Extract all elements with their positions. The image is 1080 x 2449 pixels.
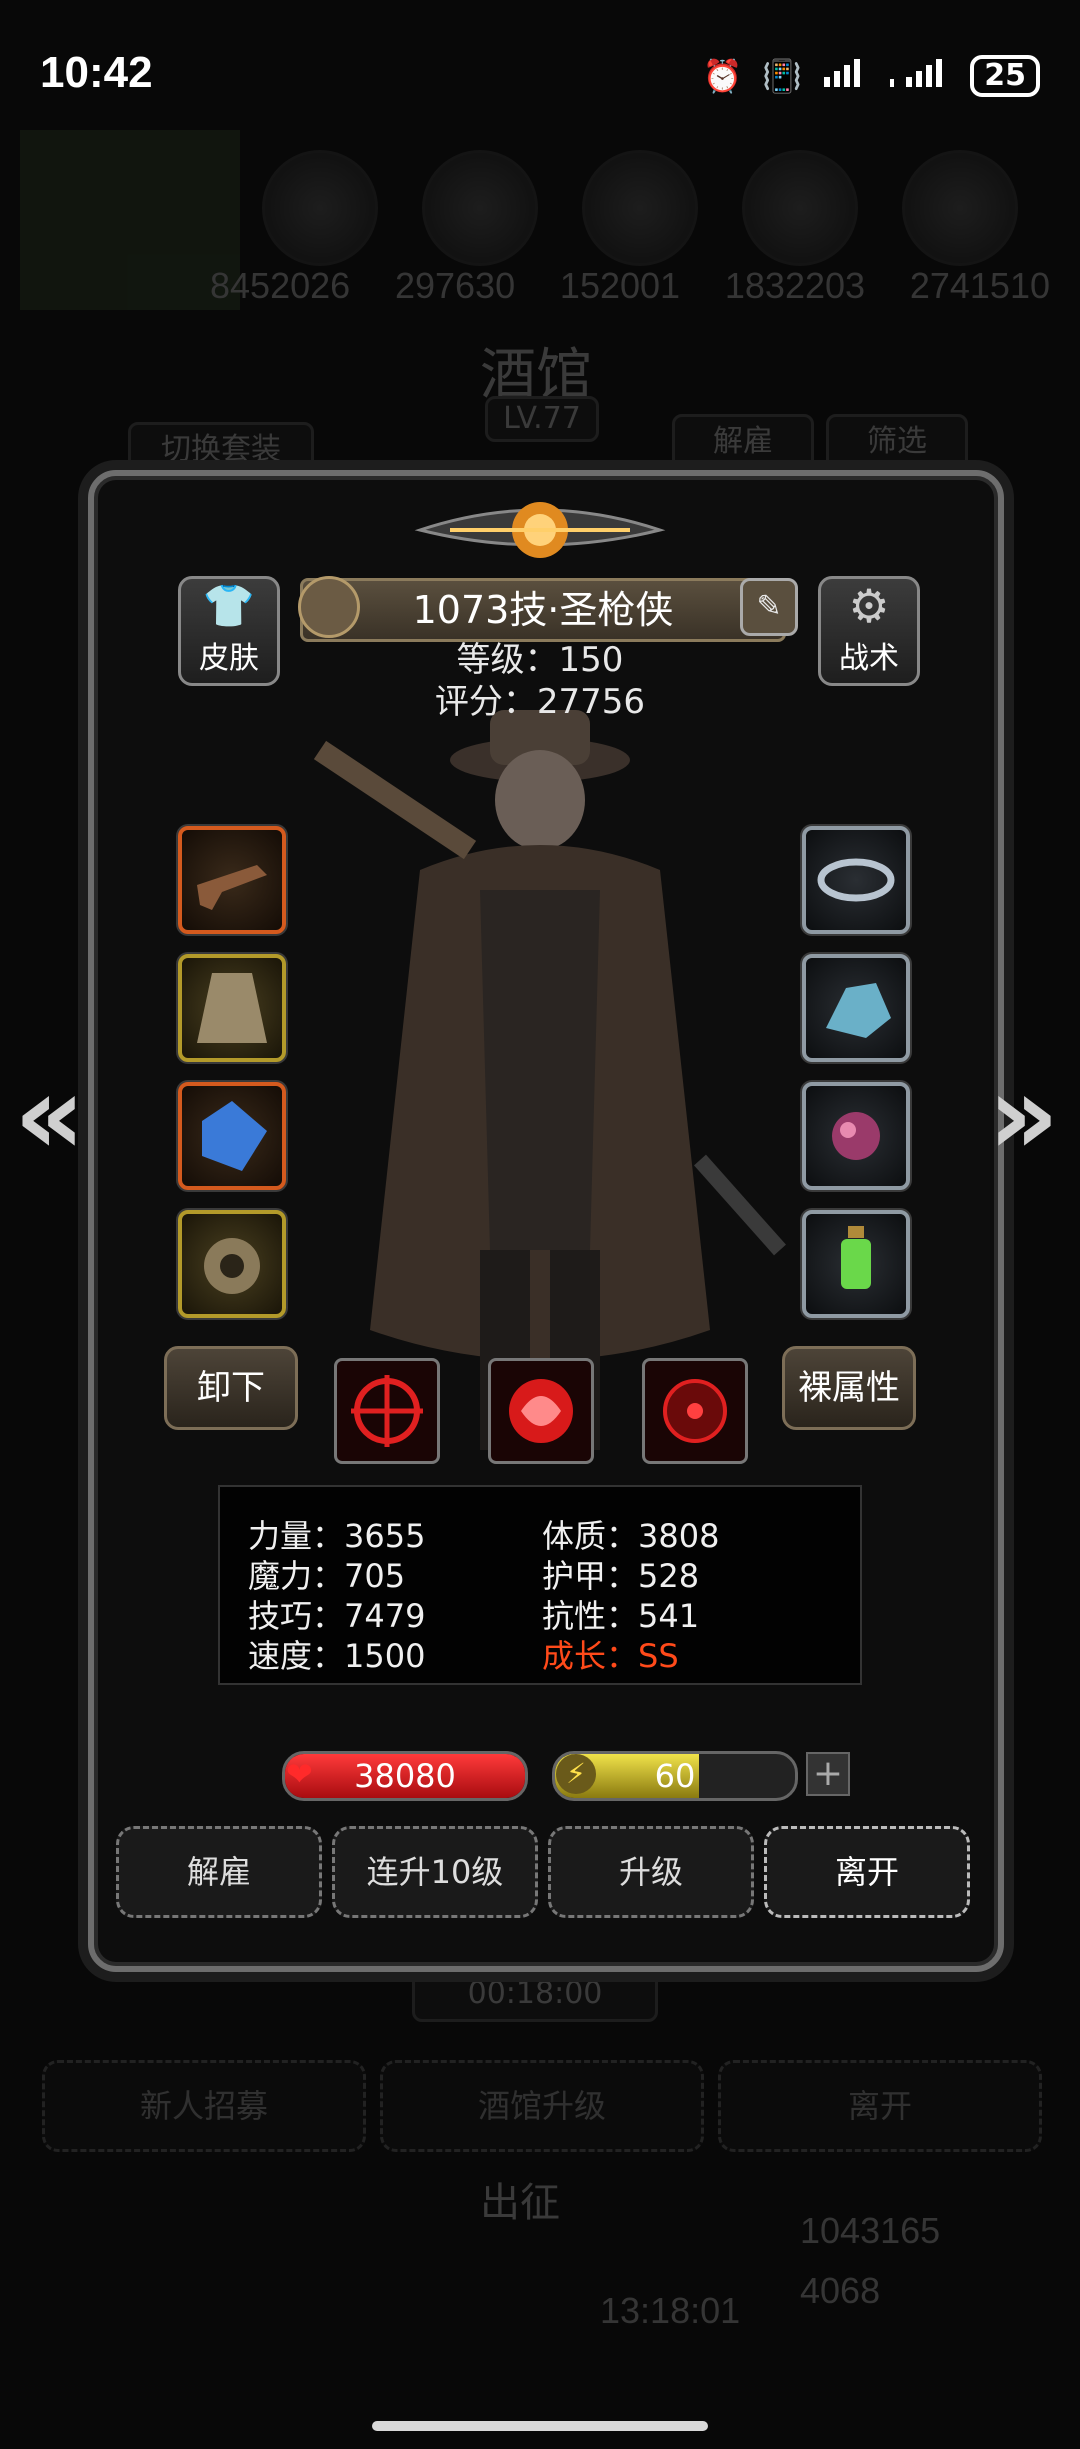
hero-portrait	[313, 710, 786, 1450]
battery-indicator: 25	[970, 55, 1040, 97]
crest-icon	[414, 502, 666, 558]
chevron-right-icon: »	[988, 1051, 1060, 1179]
target-icon	[663, 1379, 727, 1443]
skill-slot-2[interactable]	[488, 1358, 594, 1464]
equip-slot-weapon[interactable]	[178, 826, 286, 934]
lantern-icon	[841, 1226, 871, 1289]
equip-slot-bracelet[interactable]	[802, 826, 910, 934]
swirl-icon	[509, 1379, 573, 1443]
tavern-level: LV.77	[485, 396, 599, 442]
countdown: 13:18:01	[600, 2290, 741, 2331]
next-hero-button[interactable]: »	[988, 1060, 1059, 1170]
resource-value: 2741510	[909, 265, 1050, 306]
upgrade-tavern-button[interactable]: 酒馆升级	[380, 2060, 704, 2152]
status-icons: ⏰ 📳 25	[703, 55, 1040, 97]
equip-slot-orb[interactable]	[802, 1082, 910, 1190]
orb-icon	[832, 1112, 880, 1160]
status-bar: 10:42 ⏰ 📳 25	[0, 0, 1080, 150]
resource-icon	[262, 150, 378, 266]
naked-stats-button[interactable]: 裸属性	[782, 1346, 916, 1430]
signal-icon	[822, 57, 868, 95]
rename-button[interactable]: ✎	[740, 578, 798, 636]
equip-slot-armor[interactable]	[178, 954, 286, 1062]
unequip-button[interactable]: 卸下	[164, 1346, 298, 1430]
stats-box: 力量：3655 体质：3808 魔力：705 护甲：528 技巧：7479 抗性…	[218, 1485, 862, 1685]
tactics-button[interactable]: ⚙ 战术	[818, 576, 920, 686]
equip-slot-gem[interactable]	[178, 1082, 286, 1190]
skill-slot-1[interactable]	[334, 1358, 440, 1464]
level-up-button[interactable]: 升级	[548, 1826, 754, 1918]
hero-name: 1073技·圣枪侠	[412, 588, 674, 632]
cloak-icon	[197, 973, 267, 1043]
blue-gem-icon	[202, 1101, 267, 1171]
signal-2-icon	[888, 57, 950, 95]
pistol-icon	[197, 865, 267, 910]
resource-value: 297630	[394, 265, 516, 306]
resource-icons	[240, 150, 1040, 270]
resource-value: 1832203	[724, 265, 866, 306]
gold-value: 1043165	[800, 2210, 941, 2251]
leave-button[interactable]: 离开	[764, 1826, 970, 1918]
equip-slot-crystal[interactable]	[802, 954, 910, 1062]
clock: 10:42	[40, 48, 153, 97]
alarm-icon: ⏰	[702, 57, 743, 95]
prev-hero-button[interactable]: «	[14, 1060, 85, 1170]
vibrate-icon: 📳	[762, 57, 803, 95]
gear-icon: ⚙	[848, 579, 890, 633]
stat-speed: 速度：1500	[248, 1637, 426, 1675]
hero-score: 评分：27756	[434, 682, 646, 722]
resource-values: 8452026 297630 152001 1832203 2741510	[210, 265, 1050, 307]
bracelet-icon	[817, 858, 895, 902]
lightning-icon: ⚡	[556, 1754, 596, 1794]
skin-button[interactable]: 👕 皮肤	[178, 576, 280, 686]
avatar	[20, 130, 240, 310]
resource-icon	[742, 150, 858, 266]
resource-icon	[582, 150, 698, 266]
heart-icon: ❤	[286, 1755, 313, 1793]
gem-value: 4068	[800, 2270, 881, 2311]
medal-icon	[298, 576, 360, 638]
expedition-label: 出征	[480, 2180, 560, 2226]
resource-value: 8452026	[210, 265, 351, 306]
add-energy-button[interactable]: +	[806, 1752, 850, 1796]
resource-icon	[422, 150, 538, 266]
home-indicator[interactable]	[372, 2421, 708, 2431]
dismiss-button[interactable]: 解雇	[116, 1826, 322, 1918]
resource-icon	[902, 150, 1018, 266]
bg-dismiss-button[interactable]: 解雇	[672, 414, 814, 470]
recruit-button[interactable]: 新人招募	[42, 2060, 366, 2152]
bg-leave-button[interactable]: 离开	[718, 2060, 1042, 2152]
level-up-10-button[interactable]: 连升10级	[332, 1826, 538, 1918]
equip-slot-ring[interactable]	[178, 1210, 286, 1318]
equip-slot-lantern[interactable]	[802, 1210, 910, 1318]
tactics-label: 战术	[839, 641, 899, 676]
chevron-left-icon: «	[14, 1051, 86, 1179]
skin-label: 皮肤	[199, 641, 259, 676]
timer: 00:18:00	[412, 1966, 658, 2022]
filter-button[interactable]: 筛选	[826, 414, 968, 470]
crosshair-icon	[351, 1375, 423, 1447]
edit-icon: ✎	[756, 589, 782, 624]
skill-slot-3[interactable]	[642, 1358, 748, 1464]
stat-growth: 成长：SS	[542, 1637, 679, 1675]
shirt-icon: 👕	[202, 581, 256, 630]
crystal-icon	[826, 983, 891, 1038]
resource-value: 152001	[559, 265, 681, 306]
ring-icon	[204, 1238, 260, 1294]
